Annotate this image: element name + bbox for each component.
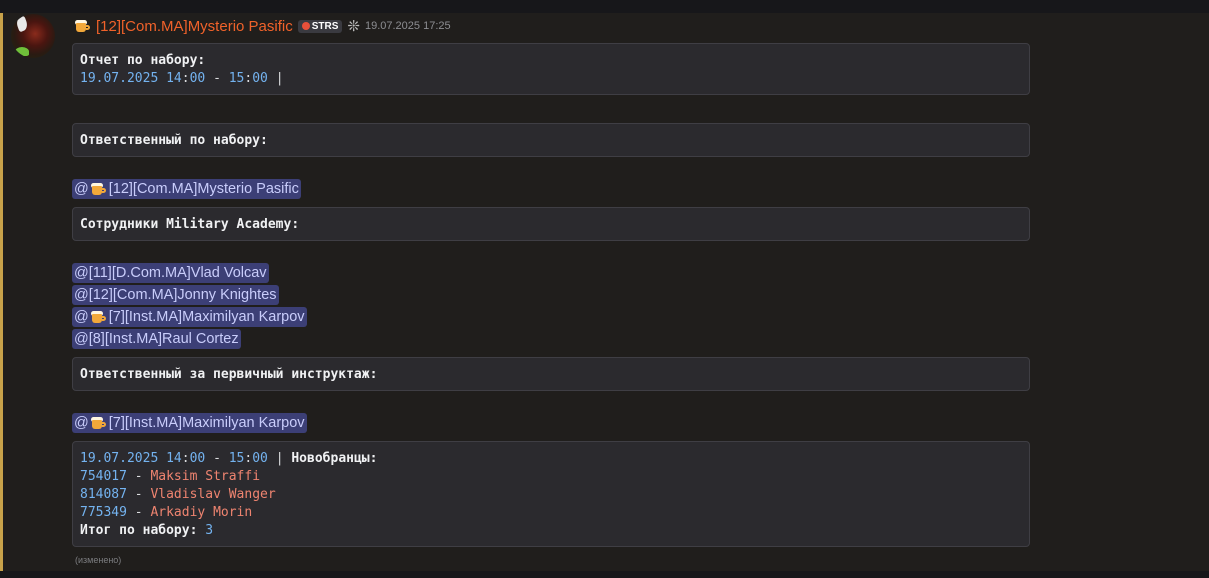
recruit-id: 775349 [80,505,127,520]
recruits-start-hour: 14 [166,451,182,466]
mention-staff-1-text: @[11][D.Com.MA]Vlad Volcav [74,265,267,281]
total-label: Итог по набору: [80,523,198,538]
recruits-date: 19.07.2025 [80,451,159,466]
recruits-label: Новобранцы: [291,451,378,466]
grass-shape [15,47,29,56]
tag-flame-icon [301,22,310,30]
report-code-block: Отчет по набору: 19.07.2025 14:00 - 15:0… [72,43,1030,95]
recruits-end-hour: 15 [228,451,245,466]
recruit-name: Vladislav Wanger [150,487,276,502]
horn-shape [14,15,30,33]
recruits-code-block: 19.07.2025 14:00 - 15:00 | Новобранцы: 7… [72,441,1030,547]
beer-icon [90,416,107,430]
staff-code-block: Сотрудники Military Academy: [72,207,1030,241]
mention-staff-2-text: @[12][Com.MA]Jonny Knightes [74,287,277,303]
server-tag-label: STRS [311,20,339,32]
server-tag[interactable]: STRS [297,19,343,33]
mention-staff-3[interactable]: @ [7][Inst.MA]Maximilyan Karpov [72,307,307,327]
role-icon[interactable]: ❊ [347,18,360,34]
beer-icon [90,310,107,324]
recruit-id: 814087 [80,487,127,502]
recruits-start-minute: 00 [189,451,206,466]
responsible-code-block: Ответственный по набору: [72,123,1030,157]
mention-staff-4-text: @[8][Inst.MA]Raul Cortez [74,331,239,347]
instructor-label: Ответственный за первичный инструктаж: [80,367,378,382]
staff-label: Сотрудники Military Academy: [80,217,300,232]
mention-staff-1[interactable]: @[11][D.Com.MA]Vlad Volcav [72,263,269,283]
message-timestamp[interactable]: 19.07.2025 17:25 [365,20,451,32]
recruit-name: Arkadiy Morin [150,505,253,520]
report-end-hour: 15 [228,71,245,86]
total-value: 3 [205,523,214,538]
mention-responsible[interactable]: @ [12][Com.MA]Mysterio Pasific [72,179,301,199]
report-start-minute: 00 [189,71,206,86]
beer-icon [75,19,91,33]
author-username[interactable]: [12][Com.MA]Mysterio Pasific [96,18,293,35]
beer-icon [90,182,107,196]
mention-instructor[interactable]: @ [7][Inst.MA]Maximilyan Karpov [72,413,307,433]
report-start-hour: 14 [166,71,182,86]
avatar[interactable] [11,14,55,58]
message-header: [12][Com.MA]Mysterio Pasific STRS ❊ 19.0… [75,15,451,37]
report-end-minute: 00 [252,71,268,86]
mention-staff-4[interactable]: @[8][Inst.MA]Raul Cortez [72,329,241,349]
recruit-name: Maksim Straffi [150,469,261,484]
top-bar [0,0,1209,13]
instructor-code-block: Ответственный за первичный инструктаж: [72,357,1030,391]
edited-indicator: (изменено) [75,555,122,565]
report-title: Отчет по набору: [80,53,206,68]
mention-staff-2[interactable]: @[12][Com.MA]Jonny Knightes [72,285,279,305]
report-date: 19.07.2025 [80,71,159,86]
bottom-bar [0,571,1209,578]
recruit-id: 754017 [80,469,127,484]
recruits-end-minute: 00 [252,451,268,466]
mention-instructor-text: [7][Inst.MA]Maximilyan Karpov [108,415,305,431]
responsible-label: Ответственный по набору: [80,133,268,148]
mention-responsible-text: [12][Com.MA]Mysterio Pasific [108,181,299,197]
mention-staff-3-text: [7][Inst.MA]Maximilyan Karpov [108,309,305,325]
